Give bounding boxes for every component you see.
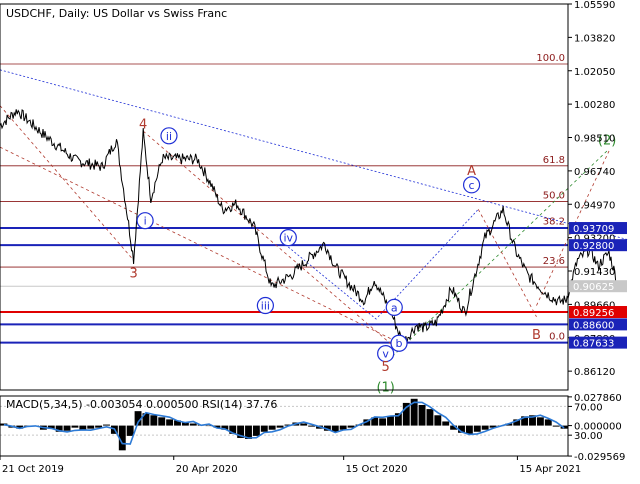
x-tick-label: 15 Oct 2020 (346, 464, 408, 475)
indicator-title: MACD(5,34,5) -0.003054 0.000500 RSI(14) … (6, 398, 277, 411)
wave-label: 5 (382, 360, 390, 375)
y-tick-label: 0.96740 (574, 167, 615, 178)
y-tick-label: 0.94970 (574, 200, 615, 211)
indicator-y-label: -0.029569 (574, 452, 625, 463)
macd-bar (87, 425, 95, 429)
wave-label: B (532, 328, 541, 343)
macd-bar (260, 425, 268, 432)
macd-bar (434, 415, 442, 426)
chart-title: USDCHF, Daily: US Dollar vs Swiss Franc (6, 7, 227, 20)
price-level-label: 0.88600 (573, 320, 614, 331)
macd-bar (158, 417, 166, 426)
wave-label: i (144, 215, 147, 228)
indicator-y-label: 30.00 (574, 431, 603, 442)
wave-label: v (382, 348, 389, 361)
fib-level-label: 100.0 (536, 53, 565, 64)
macd-bar (126, 425, 134, 436)
macd-bar (103, 424, 110, 426)
fib-level-label: 50.0 (543, 190, 565, 201)
fib-level-label: 23.6 (543, 256, 565, 267)
y-tick-label: 0.86120 (574, 367, 615, 378)
macd-bar (426, 409, 434, 426)
x-tick-label: 20 Apr 2020 (176, 464, 238, 475)
macd-bar (276, 425, 284, 428)
current-price-label: 0.90625 (573, 282, 614, 293)
macd-bar (71, 425, 79, 428)
macd-bar (473, 425, 481, 432)
price-level-label: 0.92800 (573, 241, 614, 252)
macd-bar (268, 425, 276, 430)
macd-bar (552, 425, 560, 427)
wave-label: iv (284, 232, 294, 245)
y-tick-label: 0.98510 (574, 134, 615, 145)
y-tick-label: 1.05590 (574, 0, 615, 11)
price-level-label: 0.87633 (573, 339, 614, 350)
macd-bar (418, 404, 426, 426)
macd-bar (300, 423, 308, 426)
chart: 100.0 61.8 50.0 38.2 23.6 0.0 4 3 ii i iv iii a b v 5 (1… (0, 0, 640, 480)
x-tick-label: 15 Apr 2021 (519, 464, 581, 475)
fib-level-label: 61.8 (543, 155, 565, 166)
macd-bar (189, 423, 197, 426)
y-tick-label: 1.00280 (574, 100, 615, 111)
wave-label: 4 (139, 118, 147, 133)
macd-bar (166, 419, 174, 426)
y-tick-label: 1.03820 (574, 33, 615, 44)
macd-bar (481, 425, 489, 430)
macd-bar (252, 425, 260, 436)
fib-level-label: 0.0 (549, 332, 565, 343)
price-level-label: 0.89256 (573, 308, 614, 319)
macd-bar (536, 417, 544, 426)
wave-label: b (396, 337, 403, 350)
macd-bar (63, 425, 71, 431)
wave-label: (1) (376, 381, 394, 396)
wave-label: ii (166, 130, 172, 143)
indicator-y-label: 70.00 (574, 402, 603, 413)
macd-bar (150, 415, 158, 426)
macd-bar (79, 425, 87, 430)
y-tick-label: 0.91430 (574, 267, 615, 278)
chart-canvas: 100.061.850.038.223.60.043iiiiviii abv5(1… (0, 0, 640, 480)
y-tick-label: 1.02050 (574, 67, 615, 78)
macd-bar (379, 418, 387, 426)
macd-bar (465, 425, 473, 434)
wave-label: 3 (130, 267, 138, 282)
wave-label: iii (261, 300, 270, 313)
macd-bar (387, 416, 394, 426)
wave-label: c (469, 179, 475, 192)
x-tick-label: 21 Oct 2019 (2, 464, 64, 475)
macd-bar (442, 421, 450, 426)
price-level-label: 0.93709 (573, 224, 614, 235)
wave-label: a (391, 301, 398, 314)
